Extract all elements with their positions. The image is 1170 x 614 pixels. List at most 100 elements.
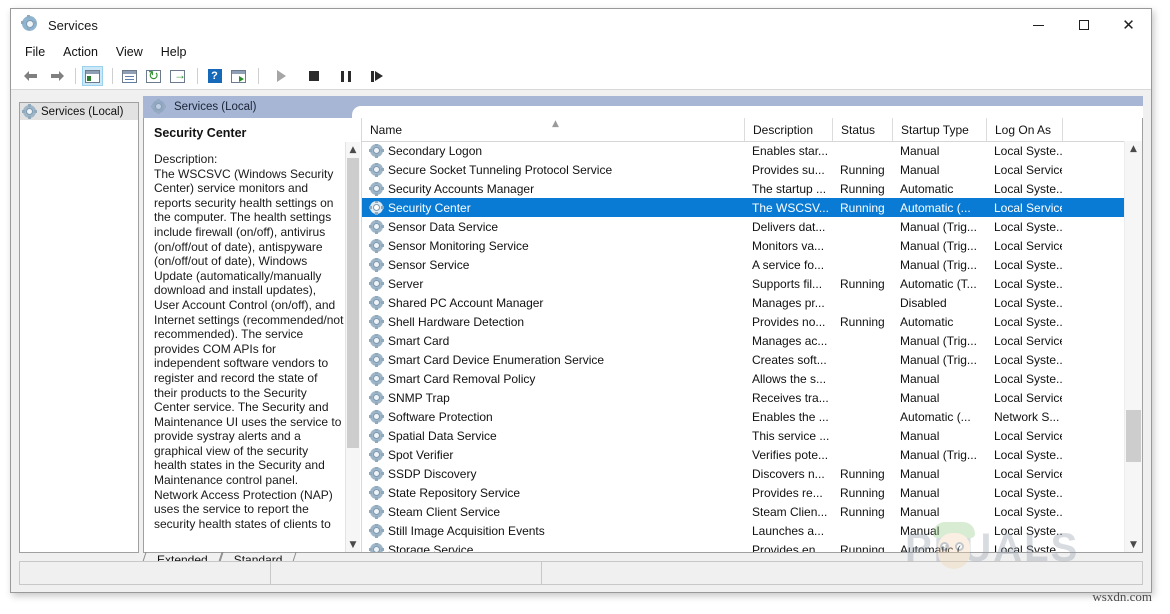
restart-service-button[interactable] [367, 66, 388, 86]
close-button[interactable]: ✕ [1106, 9, 1151, 41]
start-service-button[interactable] [271, 66, 292, 86]
table-row[interactable]: Sensor Monitoring ServiceMonitors va...M… [362, 236, 1125, 255]
table-row[interactable]: Sensor ServiceA service fo...Manual (Tri… [362, 255, 1125, 274]
scroll-up-icon[interactable]: ▲ [1125, 141, 1142, 156]
cell-log-on-as: Local Syste... [986, 505, 1062, 519]
list-scroll-thumb[interactable] [1126, 410, 1141, 462]
service-name: Secure Socket Tunneling Protocol Service [388, 163, 612, 177]
cell-description: Steam Clien... [744, 505, 832, 519]
cell-name: Sensor Data Service [362, 220, 744, 234]
tree-item-services-local[interactable]: Services (Local) [20, 103, 138, 120]
cell-description: Creates soft... [744, 353, 832, 367]
service-name: Steam Client Service [388, 505, 500, 519]
scroll-up-icon[interactable]: ▲ [346, 142, 360, 157]
table-row[interactable]: SSDP DiscoveryDiscovers n...RunningManua… [362, 464, 1125, 483]
detail-scroll-thumb[interactable] [347, 158, 359, 448]
menu-help[interactable]: Help [161, 43, 197, 61]
cell-description: Manages pr... [744, 296, 832, 310]
column-header-filler [1062, 118, 1142, 141]
service-name: Smart Card [388, 334, 449, 348]
stop-service-button[interactable] [303, 66, 324, 86]
column-header-name[interactable]: Name ▲ [362, 118, 744, 141]
properties-button[interactable] [119, 66, 140, 86]
column-header-log-on-as[interactable]: Log On As [986, 118, 1062, 141]
menu-action[interactable]: Action [63, 43, 108, 61]
table-row[interactable]: Software ProtectionEnables the ...Automa… [362, 407, 1125, 426]
window-controls: ✕ [1016, 9, 1151, 41]
cell-description: Manages ac... [744, 334, 832, 348]
sort-ascending-icon: ▲ [552, 119, 559, 129]
cell-log-on-as: Local Syste... [986, 372, 1062, 386]
cell-name: Storage Service [362, 543, 744, 553]
column-label: Log On As [995, 123, 1051, 137]
cell-description: The startup ... [744, 182, 832, 196]
services-gear-icon [370, 524, 383, 537]
table-row[interactable]: Security CenterThe WSCSV...RunningAutoma… [362, 198, 1125, 217]
column-header-startup-type[interactable]: Startup Type [892, 118, 986, 141]
toolbar-separator [258, 68, 259, 84]
list-scrollbar[interactable]: ▲ ▼ [1124, 141, 1142, 552]
menu-file[interactable]: File [25, 43, 55, 61]
pause-icon [341, 71, 351, 82]
results-banner-label: Services (Local) [174, 101, 256, 113]
table-row[interactable]: Secure Socket Tunneling Protocol Service… [362, 160, 1125, 179]
services-gear-icon [370, 486, 383, 499]
column-header-status[interactable]: Status [832, 118, 892, 141]
maximize-button[interactable] [1061, 9, 1106, 41]
cell-name: Smart Card [362, 334, 744, 348]
table-row[interactable]: Security Accounts Manager The startup ...… [362, 179, 1125, 198]
cell-startup-type: Automatic [892, 315, 986, 329]
cell-status: Running [832, 543, 892, 553]
minimize-button[interactable] [1016, 9, 1061, 41]
cell-description: This service ... [744, 429, 832, 443]
cell-log-on-as: Local Service [986, 239, 1062, 253]
cell-description: Provides no... [744, 315, 832, 329]
table-row[interactable]: State Repository ServiceProvides re...Ru… [362, 483, 1125, 502]
restart-icon [371, 71, 384, 82]
table-row[interactable]: Smart Card Removal PolicyAllows the s...… [362, 369, 1125, 388]
services-gear-icon [370, 429, 383, 442]
table-row[interactable]: ServerSupports fil...RunningAutomatic (T… [362, 274, 1125, 293]
cell-log-on-as: Local Service [986, 467, 1062, 481]
forward-button[interactable] [45, 66, 66, 86]
services-gear-icon [370, 543, 383, 552]
cell-status: Running [832, 467, 892, 481]
show-action-pane-button[interactable] [228, 66, 249, 86]
export-list-button[interactable] [167, 66, 188, 86]
table-row[interactable]: Spatial Data ServiceThis service ...Manu… [362, 426, 1125, 445]
table-row[interactable]: Smart Card Device Enumeration ServiceCre… [362, 350, 1125, 369]
help-button[interactable]: ? [204, 66, 225, 86]
cell-log-on-as: Network S... [986, 410, 1062, 424]
cell-log-on-as: Local Syste... [986, 353, 1062, 367]
service-name: SSDP Discovery [388, 467, 476, 481]
table-row[interactable]: Smart CardManages ac...Manual (Trig...Lo… [362, 331, 1125, 350]
service-name: Security Accounts Manager [388, 182, 534, 196]
table-row[interactable]: Sensor Data ServiceDelivers dat...Manual… [362, 217, 1125, 236]
cell-startup-type: Manual [892, 372, 986, 386]
cell-description: The WSCSV... [744, 201, 832, 215]
action-pane-icon [231, 70, 246, 83]
cell-description: Supports fil... [744, 277, 832, 291]
refresh-button[interactable] [143, 66, 164, 86]
table-row[interactable]: Shell Hardware DetectionProvides no...Ru… [362, 312, 1125, 331]
detail-scrollbar[interactable]: ▲ ▼ [345, 142, 360, 552]
column-header-description[interactable]: Description [744, 118, 832, 141]
menu-view[interactable]: View [116, 43, 153, 61]
services-gear-icon [370, 220, 383, 233]
site-watermark: wsxdn.com [1092, 589, 1152, 605]
table-row[interactable]: Storage ServiceProvides en...RunningAuto… [362, 540, 1125, 552]
table-row[interactable]: Still Image Acquisition EventsLaunches a… [362, 521, 1125, 540]
scroll-down-icon[interactable]: ▼ [346, 537, 360, 552]
service-name: Server [388, 277, 423, 291]
scroll-down-icon[interactable]: ▼ [1125, 537, 1142, 552]
table-row[interactable]: SNMP TrapReceives tra...ManualLocal Serv… [362, 388, 1125, 407]
pause-service-button[interactable] [335, 66, 356, 86]
show-hide-console-tree-button[interactable] [82, 66, 103, 86]
table-row[interactable]: Steam Client ServiceSteam Clien...Runnin… [362, 502, 1125, 521]
table-row[interactable]: Spot VerifierVerifies pote...Manual (Tri… [362, 445, 1125, 464]
panes: Security Center Description: The WSCSVC … [143, 118, 1143, 553]
table-row[interactable]: Secondary LogonEnables star...ManualLoca… [362, 141, 1125, 160]
back-button[interactable] [21, 66, 42, 86]
table-row[interactable]: Shared PC Account ManagerManages pr...Di… [362, 293, 1125, 312]
refresh-icon [146, 70, 161, 83]
